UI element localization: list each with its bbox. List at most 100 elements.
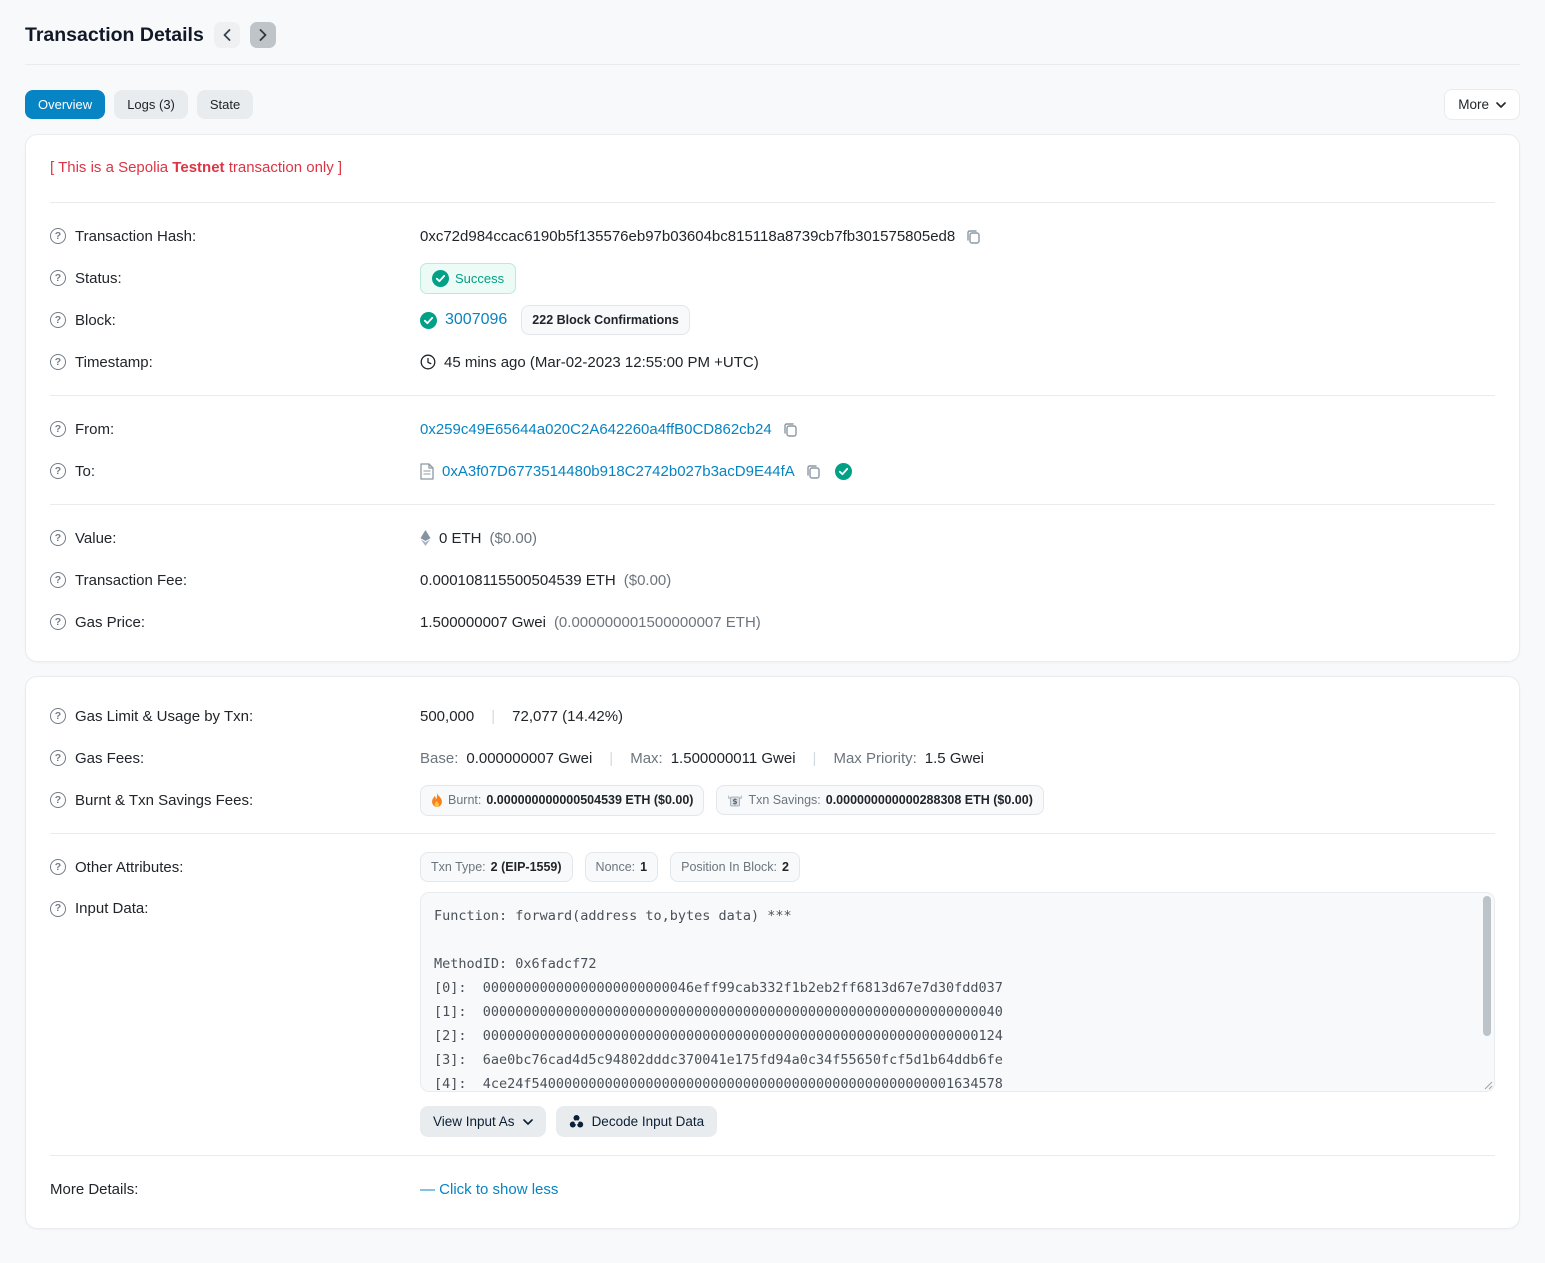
- block-number-link[interactable]: 3007096: [445, 311, 507, 329]
- next-transaction-button[interactable]: [250, 22, 276, 48]
- page-title: Transaction Details: [25, 24, 204, 47]
- decode-icon: [569, 1114, 584, 1129]
- chevron-down-icon: [1496, 102, 1506, 108]
- previous-transaction-button[interactable]: [214, 22, 240, 48]
- view-input-as-button[interactable]: View Input As: [420, 1106, 546, 1137]
- divider: [50, 833, 1495, 834]
- divider: [50, 504, 1495, 505]
- tab-state[interactable]: State: [197, 90, 253, 119]
- testnet-warning: [ This is a Sepolia Testnet transaction …: [50, 153, 1495, 190]
- transaction-details-page: Transaction Details Overview Logs (3) St…: [0, 0, 1545, 1263]
- value-label: Value:: [75, 530, 116, 547]
- help-icon[interactable]: ?: [50, 750, 66, 766]
- help-icon[interactable]: ?: [50, 572, 66, 588]
- to-label: To:: [75, 463, 95, 480]
- tab-overview[interactable]: Overview: [25, 90, 105, 119]
- chevron-down-icon: [523, 1119, 533, 1125]
- from-address-link[interactable]: 0x259c49E65644a020C2A642260a4ffB0CD862cb…: [420, 421, 772, 438]
- fire-icon: [431, 793, 443, 808]
- block-row: ? Block: 3007096 222 Block Confirmations: [50, 299, 1495, 341]
- copy-icon: [782, 421, 798, 437]
- help-icon[interactable]: ?: [50, 354, 66, 370]
- timestamp-label: Timestamp:: [75, 354, 153, 371]
- code-line: [2]: 00000000000000000000000000000000000…: [434, 1024, 1470, 1048]
- burnt-value: 0.000000000000504539 ETH ($0.00): [486, 793, 693, 807]
- chevron-right-icon: [259, 29, 267, 41]
- timestamp-value: 45 mins ago (Mar-02-2023 12:55:00 PM +UT…: [444, 354, 759, 371]
- txn-savings-value: 0.000000000000288308 ETH ($0.00): [826, 793, 1033, 807]
- position-in-block-badge: Position In Block: 2: [670, 852, 800, 882]
- status-value: Success: [455, 271, 504, 286]
- txn-type-badge: Txn Type: 2 (EIP-1559): [420, 852, 573, 882]
- copy-hash-button[interactable]: [963, 226, 983, 246]
- from-row: ? From: 0x259c49E65644a020C2A642260a4ffB…: [50, 408, 1495, 450]
- burnt-savings-row: ? Burnt & Txn Savings Fees: Burnt: 0.000…: [50, 779, 1495, 821]
- gas-fees-row: ? Gas Fees: Base: 0.000000007 Gwei | Max…: [50, 737, 1495, 779]
- show-less-link[interactable]: — Click to show less: [420, 1181, 558, 1198]
- input-data-textarea[interactable]: Function: forward(address to,bytes data)…: [420, 892, 1495, 1092]
- ethereum-icon: [420, 530, 431, 546]
- max-fee-label: Max:: [630, 750, 663, 767]
- gas-fees-label: Gas Fees:: [75, 750, 144, 767]
- transaction-hash-label: Transaction Hash:: [75, 228, 196, 245]
- block-confirmations-badge: 222 Block Confirmations: [521, 305, 690, 335]
- to-address-link[interactable]: 0xA3f07D6773514480b918C2742b027b3acD9E44…: [442, 463, 795, 480]
- contract-document-icon: [420, 463, 434, 480]
- money-wings-icon: $: [727, 794, 743, 807]
- help-icon[interactable]: ?: [50, 312, 66, 328]
- svg-text:$: $: [733, 797, 738, 806]
- more-label: More: [1458, 97, 1489, 112]
- help-icon[interactable]: ?: [50, 228, 66, 244]
- transaction-fee-row: ? Transaction Fee: 0.000108115500504539 …: [50, 559, 1495, 601]
- help-icon[interactable]: ?: [50, 859, 66, 875]
- to-row: ? To: 0xA3f07D6773514480b918C2742b027b3a…: [50, 450, 1495, 492]
- copy-to-address-button[interactable]: [803, 461, 823, 481]
- block-label: Block:: [75, 312, 116, 329]
- gas-price-amount: 1.500000007 Gwei: [420, 614, 546, 631]
- page-header: Transaction Details: [25, 14, 1520, 65]
- resize-handle-icon[interactable]: [1482, 1079, 1493, 1090]
- tabs-bar: Overview Logs (3) State More: [25, 89, 1520, 120]
- decode-input-data-button[interactable]: Decode Input Data: [556, 1106, 718, 1137]
- burnt-label: Burnt:: [448, 793, 481, 807]
- txn-savings-label: Txn Savings:: [748, 793, 820, 807]
- scrollbar-thumb[interactable]: [1483, 896, 1491, 1036]
- block-finalized-check-icon: [420, 312, 437, 329]
- more-dropdown-button[interactable]: More: [1444, 89, 1520, 120]
- input-data-scrollbar[interactable]: [1483, 896, 1491, 1088]
- transaction-details-card: ? Gas Limit & Usage by Txn: 500,000 | 72…: [25, 676, 1520, 1229]
- help-icon[interactable]: ?: [50, 708, 66, 724]
- tab-logs[interactable]: Logs (3): [114, 90, 188, 119]
- status-badge: Success: [420, 263, 516, 294]
- help-icon[interactable]: ?: [50, 792, 66, 808]
- value-usd: ($0.00): [490, 530, 538, 547]
- chevron-left-icon: [223, 29, 231, 41]
- clock-icon: [420, 354, 436, 370]
- transaction-hash-row: ? Transaction Hash: 0xc72d984ccac6190b5f…: [50, 215, 1495, 257]
- more-details-row: More Details: — Click to show less: [50, 1168, 1495, 1210]
- help-icon[interactable]: ?: [50, 530, 66, 546]
- copy-from-address-button[interactable]: [780, 419, 800, 439]
- gas-price-row: ? Gas Price: 1.500000007 Gwei (0.0000000…: [50, 601, 1495, 643]
- code-line: [434, 928, 1470, 952]
- gas-usage-value: 72,077 (14.42%): [512, 708, 623, 725]
- value-amount: 0 ETH: [439, 530, 482, 547]
- testnet-warning-bold: Testnet: [172, 159, 224, 176]
- help-icon[interactable]: ?: [50, 901, 66, 917]
- code-line: Function: forward(address to,bytes data)…: [434, 904, 1470, 928]
- help-icon[interactable]: ?: [50, 421, 66, 437]
- help-icon[interactable]: ?: [50, 614, 66, 630]
- transaction-fee-label: Transaction Fee:: [75, 572, 187, 589]
- transaction-summary-card: [ This is a Sepolia Testnet transaction …: [25, 134, 1520, 662]
- gas-limit-value: 500,000: [420, 708, 474, 725]
- txn-savings-badge: $ Txn Savings: 0.000000000000288308 ETH …: [716, 785, 1043, 815]
- gas-price-eth-equiv: (0.000000001500000007 ETH): [554, 614, 761, 631]
- timestamp-row: ? Timestamp: 45 mins ago (Mar-02-2023 12…: [50, 341, 1495, 383]
- help-icon[interactable]: ?: [50, 270, 66, 286]
- value-row: ? Value: 0 ETH ($0.00): [50, 517, 1495, 559]
- help-icon[interactable]: ?: [50, 463, 66, 479]
- divider: [50, 395, 1495, 396]
- gas-price-label: Gas Price:: [75, 614, 145, 631]
- check-circle-icon: [432, 270, 449, 287]
- input-data-label: Input Data:: [75, 900, 148, 917]
